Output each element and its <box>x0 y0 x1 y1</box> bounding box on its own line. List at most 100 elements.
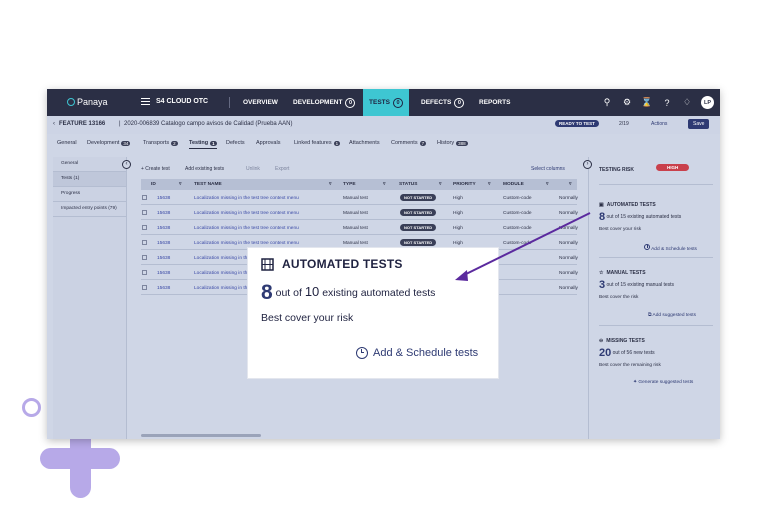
testing-sidebar: General Tests (1) Progress Impacted entr… <box>53 157 127 439</box>
search-icon[interactable]: ⚲ <box>601 97 613 108</box>
save-button[interactable]: Save <box>688 119 710 129</box>
automated-tests-sub: Best cover your risk <box>599 227 642 232</box>
callout-total: 10 <box>304 284 320 299</box>
callout-add-schedule-tests-link[interactable]: Add & Schedule tests <box>356 347 478 359</box>
horizontal-scrollbar[interactable] <box>141 434 261 437</box>
row-checkbox[interactable] <box>142 195 147 200</box>
table-row[interactable]: 15638 Localization missing in the test tr… <box>141 206 578 220</box>
col-header-test-name[interactable]: TEST NAME <box>194 182 222 187</box>
nav-count-badge: 0 <box>392 97 403 108</box>
avatar[interactable]: LP <box>701 96 714 109</box>
tab-development[interactable]: Development 34 <box>87 140 131 146</box>
status-badge[interactable]: READY TO TEST <box>555 120 599 127</box>
panaya-logo[interactable]: Panaya <box>67 97 108 107</box>
filter-icon[interactable]: ▿ <box>383 182 385 187</box>
tab-general[interactable]: General <box>57 140 77 146</box>
row-checkbox[interactable] <box>142 255 147 260</box>
test-id-link[interactable]: 15638 <box>157 241 170 246</box>
col-header-id[interactable]: ID <box>151 182 156 187</box>
add-existing-tests-button[interactable]: Add existing tests <box>185 166 224 172</box>
gear-icon[interactable]: ⚙ <box>621 97 633 108</box>
tab-transports[interactable]: Transports 2 <box>143 140 178 146</box>
tab-attachments[interactable]: Attachments <box>349 140 380 146</box>
sidebar-item-tests[interactable]: Tests (1) <box>53 172 126 187</box>
collapse-panel-icon[interactable]: › <box>583 160 592 169</box>
export-button[interactable]: Export <box>275 166 289 172</box>
add-schedule-tests-link[interactable]: Add & Schedule tests <box>644 244 697 252</box>
col-header-priority[interactable]: PRIORITY <box>453 182 476 187</box>
filter-icon[interactable]: ▿ <box>569 182 571 187</box>
test-id-link[interactable]: 15638 <box>157 211 170 216</box>
table-header: ID ▿ TEST NAME ▿ TYPE ▿ STATUS ▿ PRIORIT… <box>141 179 577 190</box>
test-id-link[interactable]: 15638 <box>157 226 170 231</box>
divider <box>599 325 713 326</box>
sidebar-item-progress[interactable]: Progress <box>53 187 126 202</box>
test-type: Manual test <box>343 226 368 231</box>
nav-count-badge: 0 <box>454 97 465 108</box>
feature-tabs: General Development 34 Transports 2 Testin… <box>47 134 720 152</box>
actions-menu[interactable]: Actions <box>651 121 667 127</box>
test-type: Manual test <box>343 196 368 201</box>
nav-tests[interactable]: TESTS 0 <box>363 89 409 116</box>
sparkle-icon: ✦ <box>633 380 638 385</box>
unlink-button[interactable]: Unlink <box>246 166 260 172</box>
back-chevron-icon[interactable]: ‹ <box>53 121 55 127</box>
filter-icon[interactable]: ▿ <box>546 182 548 187</box>
nav-reports[interactable]: REPORTS <box>473 89 516 116</box>
test-extra: Normally <box>559 256 578 261</box>
table-row[interactable]: 15638 Localization missing in the test tr… <box>141 191 578 205</box>
tab-testing[interactable]: Testing 1 <box>189 140 217 149</box>
filter-icon[interactable]: ▿ <box>488 182 490 187</box>
manual-tests-count: 3 out of 15 existing manual tests <box>599 279 675 291</box>
row-checkbox[interactable] <box>142 285 147 290</box>
hourglass-icon[interactable]: ⌛ <box>641 97 653 108</box>
test-name-link[interactable]: Localization missing in the test tree co… <box>194 196 299 201</box>
automated-tests-heading: ▣ AUTOMATED TESTS <box>599 202 656 208</box>
select-columns-button[interactable]: Select columns <box>531 166 565 172</box>
tab-linked-features[interactable]: Linked features 1 <box>294 140 341 146</box>
status-badge: NOT STARTED <box>400 194 437 201</box>
col-header-status[interactable]: STATUS <box>399 182 417 187</box>
nav-development[interactable]: DEVELOPMENT 0 <box>287 89 361 116</box>
tab-comments[interactable]: Comments 7 <box>391 140 427 146</box>
test-name-link[interactable]: Localization missing in the test tree co… <box>194 211 299 216</box>
test-id-link[interactable]: 15638 <box>157 196 170 201</box>
project-selector[interactable]: S4 CLOUD OTC <box>156 98 208 105</box>
filter-icon[interactable]: ▿ <box>329 182 331 187</box>
tab-approvals[interactable]: Approvals <box>256 140 280 146</box>
test-id-link[interactable]: 15638 <box>157 256 170 261</box>
nav-defects[interactable]: DEFECTS 0 <box>415 89 470 116</box>
feature-title: 2020-006839 Catalogo campo avisos de Cal… <box>124 121 293 127</box>
table-row[interactable]: 15638 Localization missing in the test tr… <box>141 221 578 235</box>
tab-history[interactable]: History 388 <box>437 140 468 146</box>
sidebar-item-impacted-entry-points[interactable]: Impacted entry points (79) <box>53 202 126 217</box>
hamburger-menu-icon[interactable] <box>141 98 150 105</box>
film-icon: ▣ <box>599 202 604 208</box>
help-icon[interactable]: ? <box>661 98 673 108</box>
logo-ring-icon <box>67 98 75 106</box>
tab-defects[interactable]: Defects <box>226 140 245 146</box>
collapse-sidebar-icon[interactable]: ‹ <box>122 160 131 169</box>
row-checkbox[interactable] <box>142 225 147 230</box>
filter-icon[interactable]: ▿ <box>439 182 441 187</box>
test-id-link[interactable]: 15638 <box>157 271 170 276</box>
clock-icon <box>356 347 368 359</box>
test-name-link[interactable]: Localization missing in the test tree co… <box>194 241 299 246</box>
test-id-link[interactable]: 15638 <box>157 286 170 291</box>
filter-icon[interactable]: ▿ <box>179 182 181 187</box>
minus-circle-icon: ⊖ <box>599 338 604 344</box>
row-checkbox[interactable] <box>142 240 147 245</box>
col-header-module[interactable]: MODULE <box>503 182 524 187</box>
nav-overview[interactable]: OVERVIEW <box>237 89 284 116</box>
generate-suggested-tests-link[interactable]: ✦ Generate suggested tests <box>633 380 693 385</box>
create-test-button[interactable]: + Create test <box>141 166 170 172</box>
test-name-link[interactable]: Localization missing in the test tree co… <box>194 226 299 231</box>
sidebar-item-general[interactable]: General <box>53 157 126 172</box>
callout-count: 8 <box>261 281 273 304</box>
col-header-type[interactable]: TYPE <box>343 182 356 187</box>
pager[interactable]: 2/19 <box>619 121 629 127</box>
row-checkbox[interactable] <box>142 210 147 215</box>
row-checkbox[interactable] <box>142 270 147 275</box>
bell-icon[interactable]: ♢ <box>681 97 693 108</box>
add-suggested-tests-link[interactable]: ⧉ Add suggested tests <box>648 312 696 318</box>
